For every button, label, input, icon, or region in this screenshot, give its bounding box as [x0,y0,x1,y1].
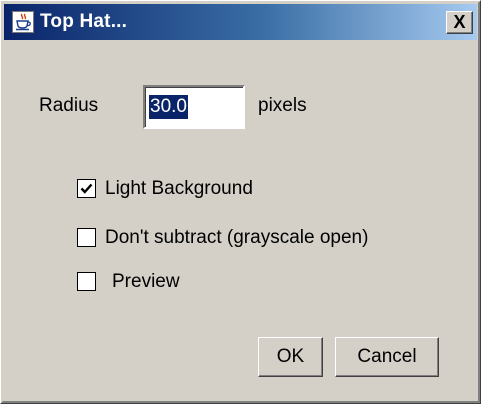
checkbox-label: Light Background [105,178,253,199]
close-button[interactable]: X [446,11,473,34]
close-icon: X [453,12,466,32]
checkbox-box[interactable] [77,272,96,291]
radius-input[interactable]: 30.0 [143,85,245,129]
ok-button[interactable]: OK [258,337,323,377]
top-hat-dialog: Top Hat... X Radius 30.0 pixels Light Ba… [0,0,481,404]
window-title: Top Hat... [40,11,128,32]
checkbox-label: Preview [112,271,180,292]
radius-label: Radius [39,95,99,116]
cancel-button[interactable]: Cancel [335,337,439,377]
checkbox-label: Don't subtract (grayscale open) [105,227,369,248]
radius-value: 30.0 [149,95,188,119]
java-cup-icon [12,11,34,33]
title-bar[interactable]: Top Hat... X [4,4,477,40]
checkmark-icon [80,183,93,194]
radius-unit-label: pixels [258,95,307,116]
checkbox-box[interactable] [77,228,96,247]
checkbox-box[interactable] [77,179,96,198]
